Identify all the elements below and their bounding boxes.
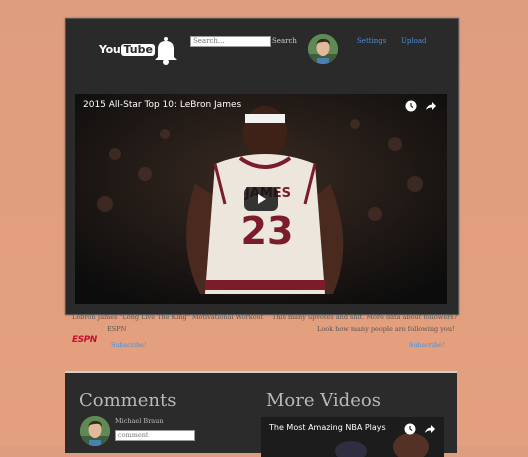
stats-line-2: Look how many people are following you! [317,325,455,333]
channel-logo[interactable]: ESPN [72,335,97,345]
channel-name[interactable]: ESPN [107,325,126,333]
play-button[interactable] [244,187,278,211]
watch-later-icon[interactable] [405,100,417,112]
settings-link[interactable]: Settings [357,37,386,45]
jersey-number-text: 23 [241,209,294,253]
video-description-title: Lebron James "Long Live The King" Motiva… [72,313,264,321]
video-controls [405,100,437,112]
search-input[interactable] [190,36,271,47]
share-icon[interactable] [424,423,436,435]
subscribe-button-left[interactable]: Subscribe! [111,341,147,349]
more-videos-thumbnail[interactable]: The Most Amazing NBA Plays [261,417,444,457]
video-player[interactable]: JAMES 23 2015 All-Star Top 10: LeBron Ja… [75,94,447,304]
subscribe-button-right[interactable]: Subscribe! [409,341,445,349]
youtube-logo[interactable]: You Tube [99,43,155,56]
bell-icon[interactable] [150,35,182,67]
more-videos-item-title: The Most Amazing NBA Plays [269,423,386,432]
video-title[interactable]: 2015 All-Star Top 10: LeBron James [83,100,241,110]
share-icon[interactable] [425,100,437,112]
comment-avatar [80,416,110,446]
comment-username: Michael Braun [115,417,164,425]
more-videos-title: More Videos [266,390,381,411]
search-button[interactable]: Search [272,37,297,45]
youtube-logo-you: You [99,43,121,56]
upload-link[interactable]: Upload [401,37,427,45]
header-panel: You Tube Search Settings Upload [65,18,459,315]
comments-title: Comments [79,390,177,411]
thumbnail-controls [404,423,436,435]
avatar[interactable] [308,34,338,64]
comment-input[interactable] [115,430,195,441]
bottom-panel: Comments More Videos Michael Braun The M… [65,371,457,457]
watch-later-icon[interactable] [404,423,416,435]
stats-line-1: This many upvotes and shit. More data ab… [272,313,458,321]
